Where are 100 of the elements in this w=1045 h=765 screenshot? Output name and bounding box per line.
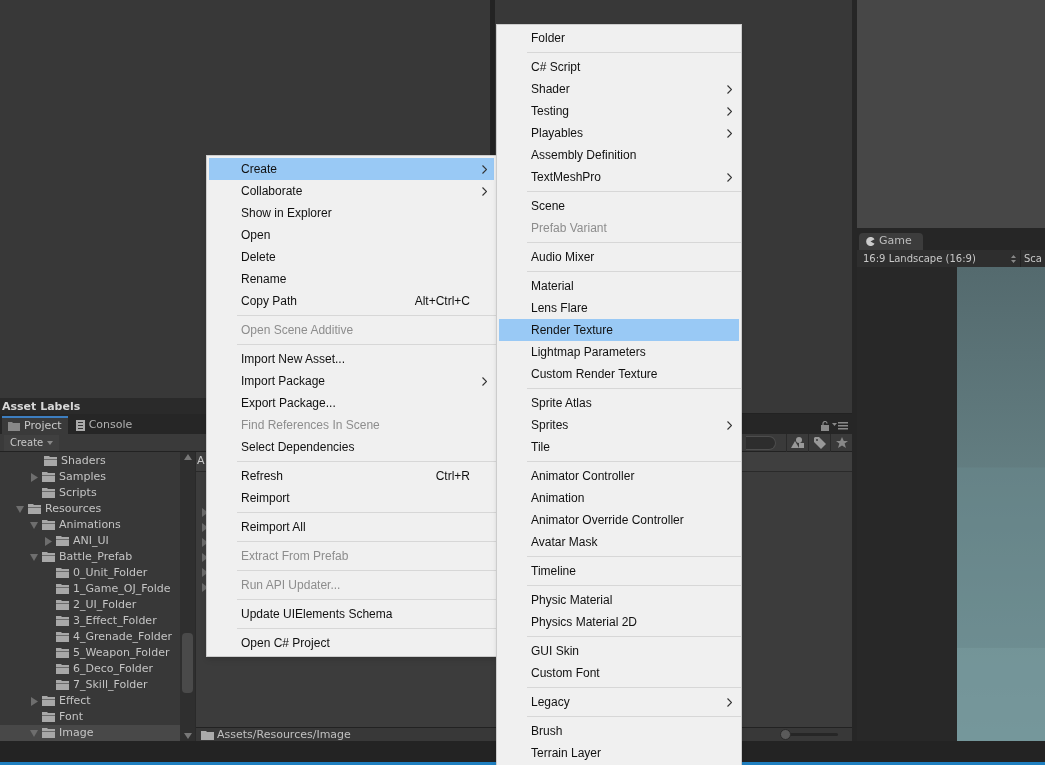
game-tab[interactable]: Game xyxy=(859,233,923,250)
menu-item[interactable]: Delete xyxy=(209,246,494,268)
menu-item[interactable]: Terrain Layer xyxy=(499,742,739,764)
menu-icon[interactable] xyxy=(832,422,848,430)
tree-item[interactable]: Image xyxy=(0,725,180,741)
scroll-up-icon[interactable] xyxy=(183,454,192,460)
menu-item[interactable]: C# Script xyxy=(499,56,739,78)
menu-item[interactable]: Import Package xyxy=(209,370,494,392)
menu-item[interactable]: Timeline xyxy=(499,560,739,582)
menu-item[interactable]: Reimport xyxy=(209,487,494,509)
expanded-arrow-icon[interactable] xyxy=(28,729,40,737)
folder-icon xyxy=(42,728,55,738)
create-dropdown[interactable]: Create xyxy=(4,434,60,451)
folder-icon xyxy=(56,568,69,578)
menu-item[interactable]: Custom Render Texture xyxy=(499,363,739,385)
star-icon xyxy=(835,436,848,449)
menu-item[interactable]: Material xyxy=(499,275,739,297)
tree-item[interactable]: Scripts xyxy=(0,485,180,501)
menu-item[interactable]: Assembly Definition xyxy=(499,144,739,166)
menu-item[interactable]: GUI Skin xyxy=(499,640,739,662)
updown-icon xyxy=(1011,254,1016,263)
zoom-slider[interactable] xyxy=(780,728,838,741)
menu-item[interactable]: TextMeshPro xyxy=(499,166,739,188)
menu-item[interactable]: Folder xyxy=(499,27,739,49)
tree-item[interactable]: 7_Skill_Folder xyxy=(0,677,180,693)
log-icon xyxy=(75,419,85,431)
menu-item[interactable]: Copy Path Alt+Ctrl+C xyxy=(209,290,494,312)
expanded-arrow-icon[interactable] xyxy=(14,505,26,513)
menu-item[interactable]: Testing xyxy=(499,100,739,122)
menu-item[interactable]: Import New Asset... xyxy=(209,348,494,370)
tree-item[interactable]: 0_Unit_Folder xyxy=(0,565,180,581)
menu-item[interactable]: Refresh Ctrl+R xyxy=(209,465,494,487)
folder-icon xyxy=(44,456,57,466)
tree-item[interactable]: 1_Game_OJ_Folde xyxy=(0,581,180,597)
folder-icon xyxy=(42,472,55,482)
menu-item[interactable]: Legacy xyxy=(499,691,739,713)
menu-item[interactable]: Create xyxy=(209,158,494,180)
menu-item[interactable]: Shader xyxy=(499,78,739,100)
panel-tab[interactable]: Console xyxy=(69,416,139,434)
tree-item[interactable]: 5_Weapon_Folder xyxy=(0,645,180,661)
tree-item[interactable]: 4_Grenade_Folder xyxy=(0,629,180,645)
tree-item[interactable]: Shaders xyxy=(0,453,180,469)
folder-icon xyxy=(42,696,55,706)
menu-item[interactable]: Animation xyxy=(499,487,739,509)
menu-item[interactable]: Custom Font xyxy=(499,662,739,684)
folder-icon xyxy=(28,504,41,514)
menu-item[interactable]: Reimport All xyxy=(209,516,494,538)
menu-item[interactable]: Brush xyxy=(499,720,739,742)
tree-item[interactable]: ANI_UI xyxy=(0,533,180,549)
menu-item[interactable]: Physic Material xyxy=(499,589,739,611)
tree-item[interactable]: Samples xyxy=(0,469,180,485)
tree-item[interactable]: Battle_Prefab xyxy=(0,549,180,565)
menu-item[interactable]: Select Dependencies xyxy=(209,436,494,458)
menu-item[interactable]: Physics Material 2D xyxy=(499,611,739,633)
menu-item[interactable]: Animator Override Controller xyxy=(499,509,739,531)
menu-item[interactable]: Open xyxy=(209,224,494,246)
menu-item[interactable]: Lens Flare xyxy=(499,297,739,319)
panel-tab[interactable]: Project xyxy=(2,416,68,434)
tree-item[interactable]: 6_Deco_Folder xyxy=(0,661,180,677)
tree-item[interactable]: 2_UI_Folder xyxy=(0,597,180,613)
lock-icon[interactable] xyxy=(821,421,829,431)
folder-icon xyxy=(56,616,69,626)
tree-item[interactable]: Font xyxy=(0,709,180,725)
tree-item[interactable]: Animations xyxy=(0,517,180,533)
menu-item[interactable]: Sprite Atlas xyxy=(499,392,739,414)
tree-item[interactable]: Effect xyxy=(0,693,180,709)
scroll-down-icon[interactable] xyxy=(183,733,192,739)
menu-item[interactable]: Open C# Project xyxy=(209,632,494,654)
tree-item[interactable]: 3_Effect_Folder xyxy=(0,613,180,629)
menu-item[interactable]: Lightmap Parameters xyxy=(499,341,739,363)
caret-icon xyxy=(47,440,54,445)
menu-item[interactable]: Sprites xyxy=(499,414,739,436)
scale-label: Sca xyxy=(1023,252,1042,266)
menu-item[interactable]: Export Package... xyxy=(209,392,494,414)
expanded-arrow-icon[interactable] xyxy=(28,521,40,529)
menu-item[interactable]: Avatar Mask xyxy=(499,531,739,553)
expanded-arrow-icon[interactable] xyxy=(28,553,40,561)
menu-item[interactable]: Playables xyxy=(499,122,739,144)
folder-icon xyxy=(56,680,69,690)
menu-item[interactable]: Update UIElements Schema xyxy=(209,603,494,625)
menu-item[interactable]: Show in Explorer xyxy=(209,202,494,224)
shapes-icon xyxy=(791,437,804,448)
scroll-thumb[interactable] xyxy=(182,633,193,693)
folder-icon xyxy=(56,584,69,594)
menu-item[interactable]: Render Texture xyxy=(499,319,739,341)
menu-item[interactable]: Tile xyxy=(499,436,739,458)
folder-icon xyxy=(56,536,69,546)
breadcrumb[interactable]: A xyxy=(197,453,205,470)
tree-item[interactable]: Resources xyxy=(0,501,180,517)
folder-icon xyxy=(42,712,55,722)
menu-item[interactable]: Scene xyxy=(499,195,739,217)
menu-item[interactable]: Collaborate xyxy=(209,180,494,202)
slider-thumb[interactable] xyxy=(780,729,791,740)
folder-icon xyxy=(8,421,20,431)
menu-item[interactable]: Rename xyxy=(209,268,494,290)
panel-title: Asset Labels xyxy=(2,400,81,412)
scrollbar[interactable] xyxy=(180,452,195,741)
search-field[interactable] xyxy=(746,435,776,450)
menu-item[interactable]: Audio Mixer xyxy=(499,246,739,268)
menu-item[interactable]: Animator Controller xyxy=(499,465,739,487)
